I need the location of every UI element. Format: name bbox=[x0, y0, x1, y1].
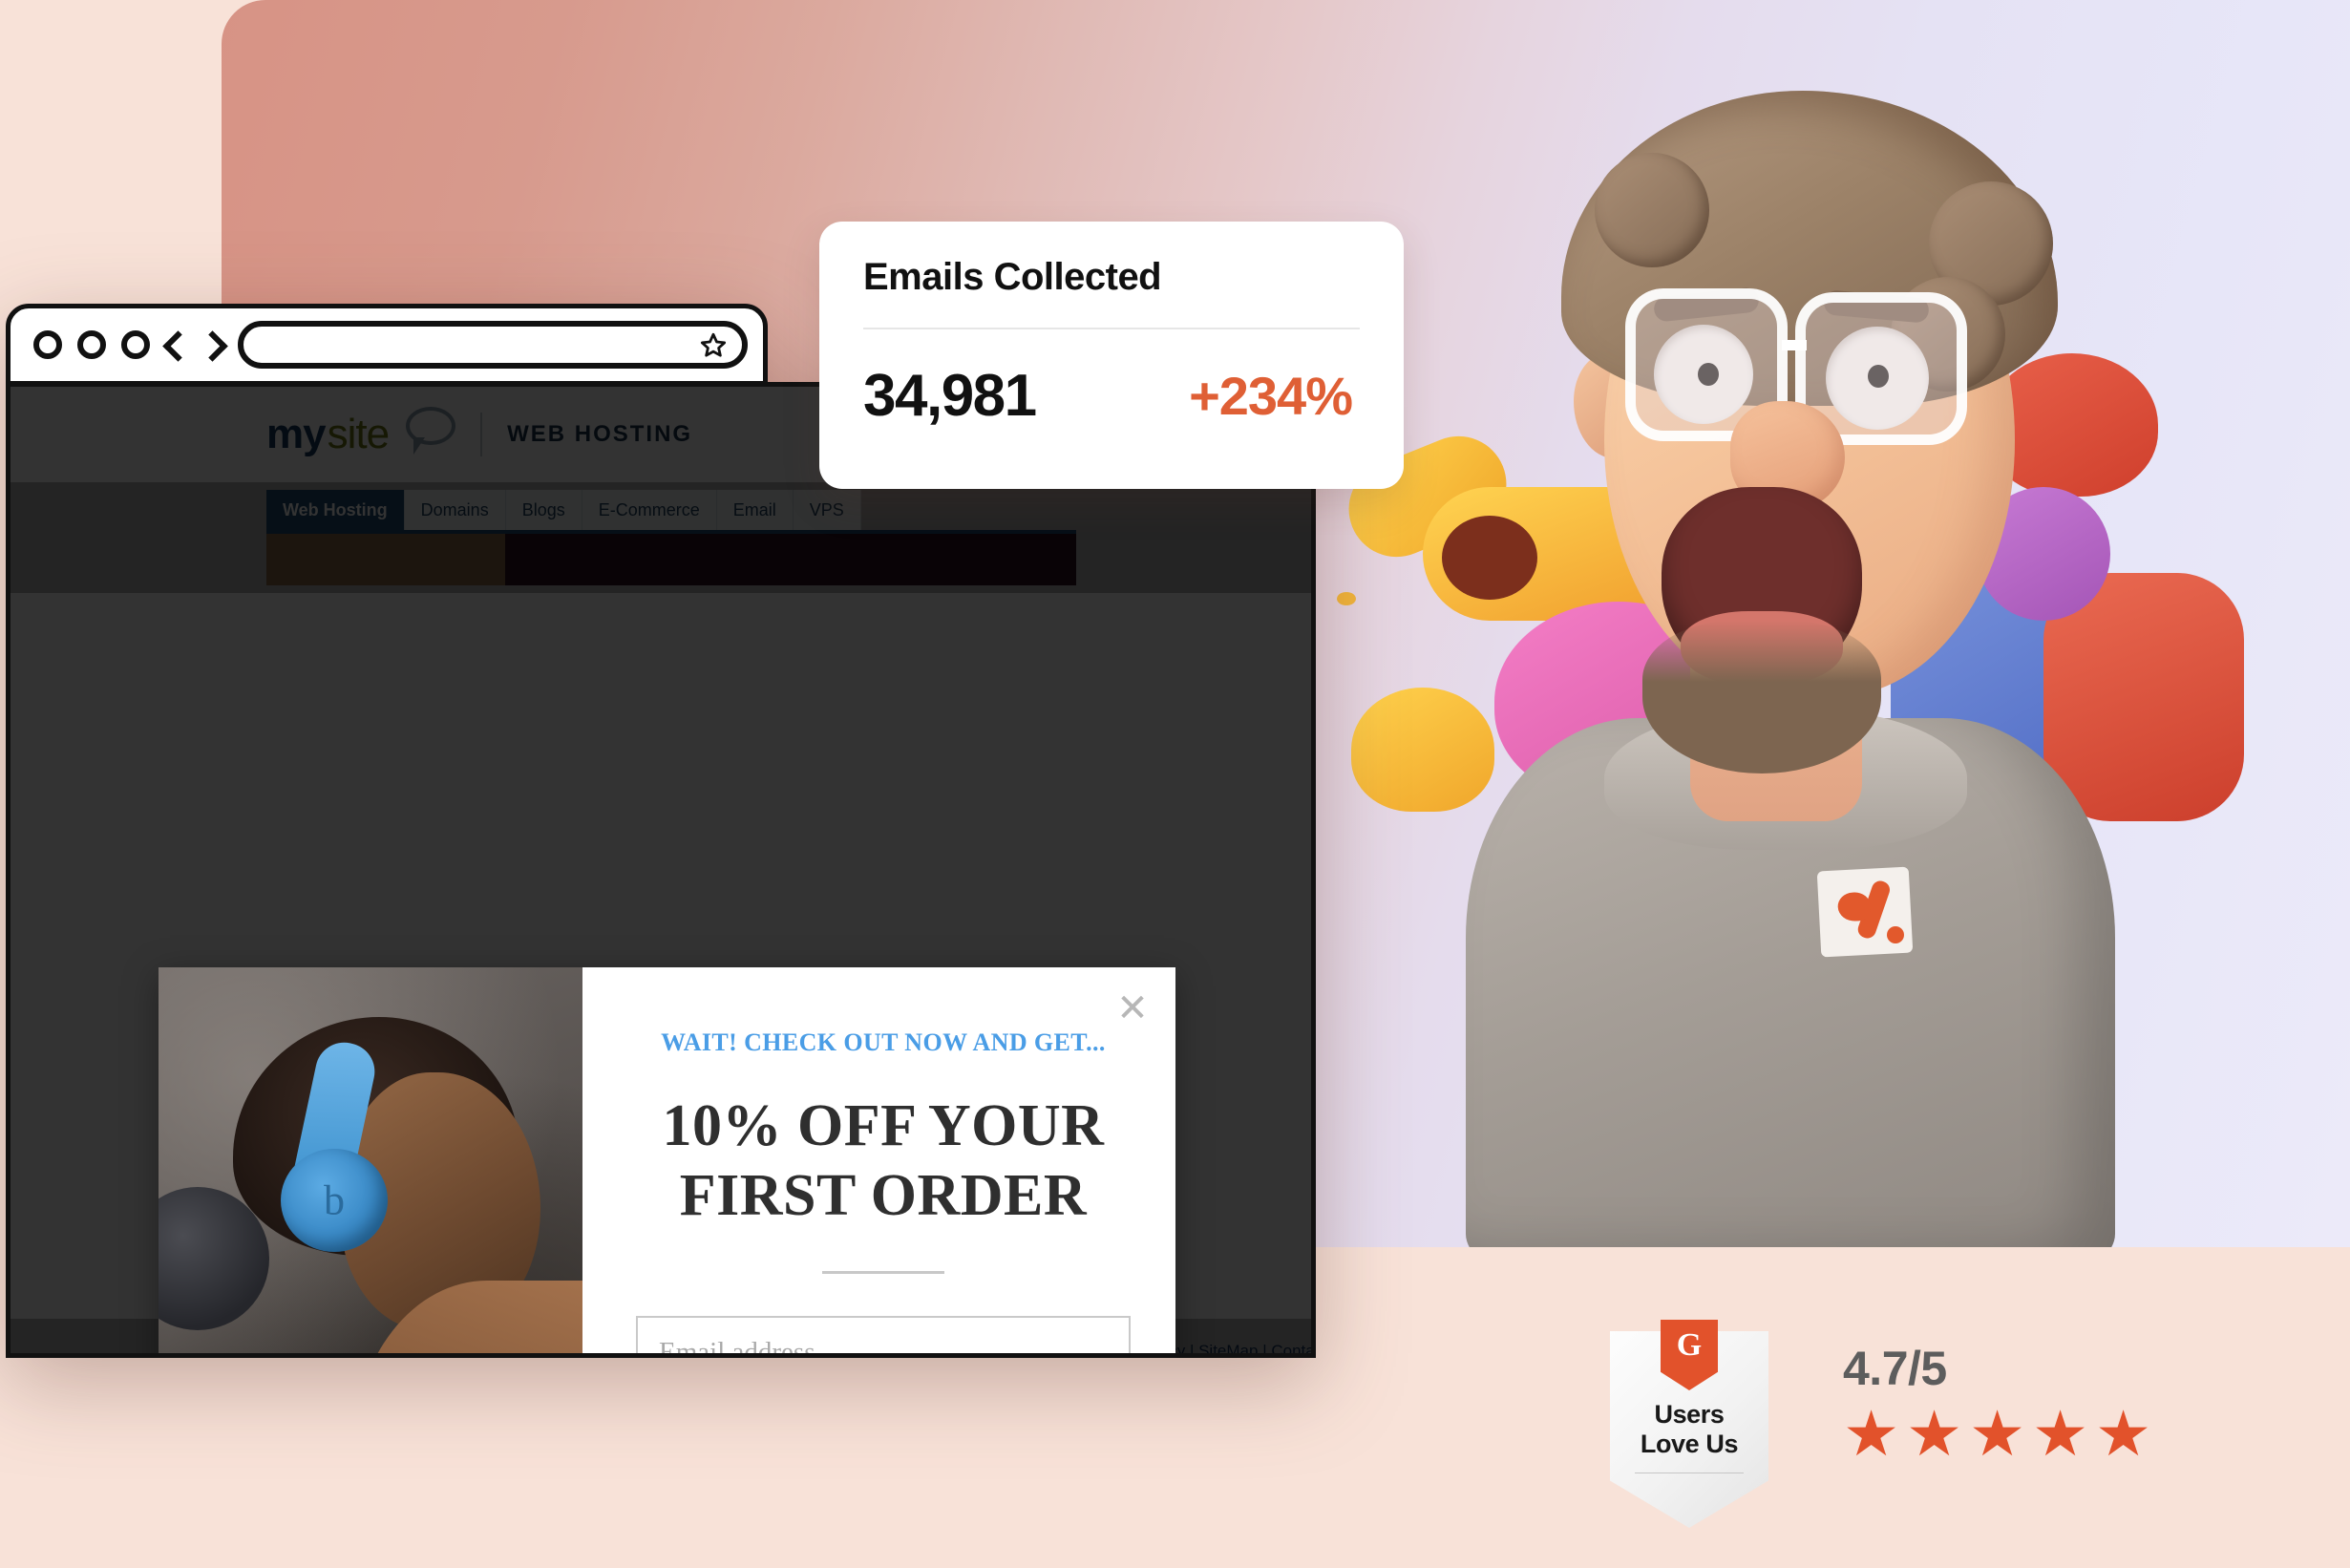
site-tagline: WEB HOSTING bbox=[507, 421, 693, 447]
popup-content: ✕ WAIT! CHECK OUT NOW AND GET... 10% OFF… bbox=[582, 967, 1184, 1353]
emails-collected-delta: +234% bbox=[1189, 366, 1353, 426]
rating-block: 4.7/5 ★ ★ ★ ★ ★ bbox=[1843, 1341, 2152, 1471]
star-icon: ★ bbox=[1969, 1397, 2026, 1471]
site-hero-banner bbox=[266, 534, 1076, 585]
g2-badge-text: Users Love Us bbox=[1610, 1400, 1768, 1459]
site-logo-primary: my bbox=[266, 411, 327, 457]
speech-bubble-icon bbox=[406, 407, 456, 455]
hoodie-brand-logo-dot-icon bbox=[1887, 926, 1904, 943]
popup-divider bbox=[822, 1271, 944, 1275]
close-icon[interactable]: ✕ bbox=[1113, 989, 1152, 1028]
back-button-icon[interactable] bbox=[165, 328, 186, 361]
url-input[interactable] bbox=[238, 321, 748, 369]
window-maximize-dot-icon[interactable] bbox=[121, 330, 150, 359]
popup-eyebrow-text: WAIT! CHECK OUT NOW AND GET... bbox=[661, 1028, 1106, 1056]
discount-popup-modal: ✕ WAIT! CHECK OUT NOW AND GET... 10% OFF… bbox=[159, 967, 1175, 1353]
footer-link-contact[interactable]: Contact Us bbox=[1271, 1342, 1311, 1353]
star-icon: ★ bbox=[1843, 1397, 1900, 1471]
site-tab-blogs[interactable]: Blogs bbox=[505, 490, 582, 530]
site-tab-domains[interactable]: Domains bbox=[404, 490, 506, 530]
star-icon: ★ bbox=[2032, 1397, 2089, 1471]
stat-card-divider bbox=[863, 328, 1360, 329]
window-close-dot-icon[interactable] bbox=[33, 330, 62, 359]
window-minimize-dot-icon[interactable] bbox=[77, 330, 106, 359]
character-illustration bbox=[1318, 38, 2273, 1247]
footer-link-sitemap[interactable]: SiteMap bbox=[1198, 1342, 1258, 1353]
star-icon: ★ bbox=[2095, 1397, 2152, 1471]
character-glasses-bridge-icon bbox=[1782, 340, 1807, 350]
popup-headline: 10% OFF YOUR FIRST ORDER bbox=[663, 1091, 1105, 1231]
emails-collected-card: Emails Collected 34,981 +234% bbox=[819, 222, 1404, 489]
email-input[interactable] bbox=[636, 1316, 1131, 1353]
popup-headline-line-2: FIRST ORDER bbox=[679, 1163, 1088, 1229]
g2-badge-line-2: Love Us bbox=[1640, 1429, 1739, 1458]
site-tab-e-commerce[interactable]: E-Commerce bbox=[582, 490, 717, 530]
browser-toolbar bbox=[6, 304, 768, 386]
banner-promo bbox=[505, 534, 1076, 585]
stat-card-values: 34,981 +234% bbox=[863, 362, 1360, 430]
forward-button-icon[interactable] bbox=[201, 328, 222, 361]
headphone-earcup-icon bbox=[281, 1149, 388, 1252]
bookmark-star-icon[interactable] bbox=[700, 331, 727, 358]
site-tab-email[interactable]: Email bbox=[716, 490, 794, 530]
popup-hero-image bbox=[159, 967, 582, 1353]
g2-logo-letter: G bbox=[1676, 1327, 1703, 1363]
site-tab-vps[interactable]: VPS bbox=[793, 490, 861, 530]
site-logo-secondary: site bbox=[327, 411, 390, 457]
stat-card-title: Emails Collected bbox=[863, 256, 1162, 298]
screenshot-canvas: my site WEB HOSTING Web Hosting Domains … bbox=[0, 0, 2350, 1568]
emails-collected-value: 34,981 bbox=[863, 363, 1037, 429]
g2-badge-line-1: Users bbox=[1654, 1400, 1725, 1429]
popup-headline-line-1: 10% OFF YOUR bbox=[662, 1093, 1105, 1158]
browser-viewport: my site WEB HOSTING Web Hosting Domains … bbox=[6, 382, 1316, 1358]
site-nav: Web Hosting Domains Blogs E-Commerce Ema… bbox=[266, 490, 1076, 534]
blob-yellow-heart bbox=[1351, 688, 1494, 812]
banner-image bbox=[266, 534, 505, 585]
g2-users-love-us-badge: G Users Love Us bbox=[1610, 1320, 1768, 1528]
blob-yellow-tube-opening bbox=[1442, 516, 1537, 600]
rating-score: 4.7/5 bbox=[1843, 1342, 1947, 1395]
header-divider bbox=[480, 413, 483, 456]
site-tab-web-hosting[interactable]: Web Hosting bbox=[266, 490, 405, 530]
star-icon: ★ bbox=[1906, 1397, 1963, 1471]
hoodie-brand-logo-icon bbox=[1816, 866, 1914, 958]
rating-stars: ★ ★ ★ ★ ★ bbox=[1843, 1397, 2152, 1471]
character-hair-curl bbox=[1595, 153, 1709, 267]
character-beard bbox=[1642, 621, 1881, 773]
blob-speck-2 bbox=[1337, 592, 1356, 605]
